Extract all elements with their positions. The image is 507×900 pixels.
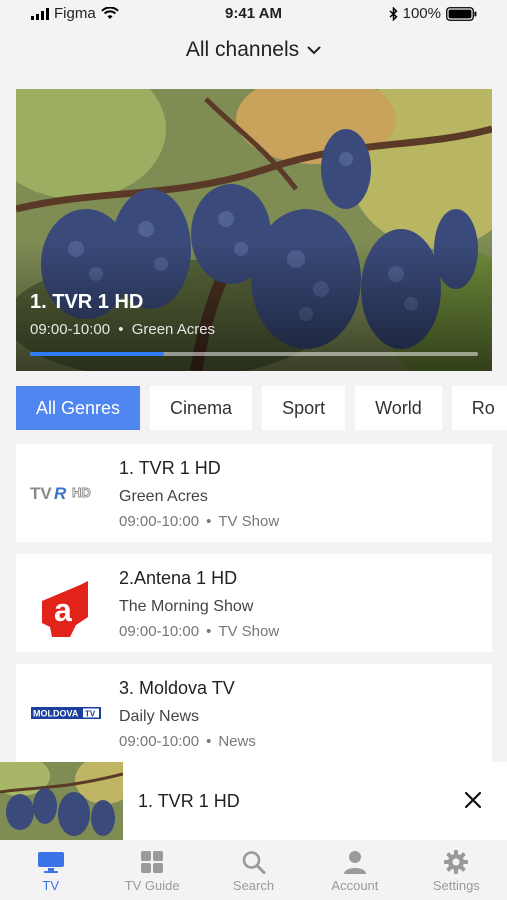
antena-logo: a bbox=[30, 580, 102, 637]
mini-player[interactable]: 1. TVR 1 HD bbox=[0, 762, 507, 840]
chevron-down-icon bbox=[307, 46, 321, 55]
featured-show: Green Acres bbox=[131, 321, 216, 338]
channel-name: 2.Antena 1 HD bbox=[119, 568, 238, 588]
tv-icon bbox=[37, 852, 64, 873]
tab-account[interactable]: Account bbox=[304, 840, 405, 900]
program-title: Green Acres bbox=[119, 488, 208, 505]
genre-chip-cinema[interactable]: Cinema bbox=[150, 386, 253, 430]
tab-tv-guide[interactable]: TV Guide bbox=[101, 840, 202, 900]
tab-bar: TV TV Guide Search Account Settings bbox=[0, 840, 507, 900]
tab-label: TV Guide bbox=[124, 878, 180, 893]
svg-text:R: R bbox=[54, 484, 67, 503]
tab-label: Search bbox=[232, 878, 275, 893]
channel-name: 3. Moldova TV bbox=[119, 678, 235, 698]
program-title: The Morning Show bbox=[119, 598, 254, 615]
genre-chip-sport[interactable]: Sport bbox=[262, 386, 346, 430]
meta-separator: • bbox=[118, 321, 124, 338]
grid-icon bbox=[141, 851, 164, 873]
tab-search[interactable]: Search bbox=[203, 840, 304, 900]
battery-percent: 100% bbox=[402, 5, 441, 22]
svg-text:MOLDOVA: MOLDOVA bbox=[33, 709, 79, 719]
featured-program-meta: 09:00-10:00 • Green Acres bbox=[30, 321, 215, 338]
gear-icon bbox=[444, 850, 469, 874]
featured-time: 09:00-10:00 bbox=[30, 321, 111, 338]
tvr-logo: TV R HD bbox=[30, 470, 102, 516]
program-title: Daily News bbox=[119, 708, 200, 725]
mini-player-channel: 1. TVR 1 HD bbox=[138, 791, 240, 811]
progress-fill bbox=[30, 352, 165, 356]
channel-card[interactable]: a 2.Antena 1 HD The Morning Show 09:00-1… bbox=[16, 554, 492, 652]
svg-text:a: a bbox=[54, 592, 72, 628]
svg-text:TV: TV bbox=[85, 710, 96, 719]
program-meta: 09:00-10:00 • TV Show bbox=[119, 513, 280, 530]
svg-text:HD: HD bbox=[72, 485, 91, 500]
moldova-logo: MOLDOVA TV bbox=[30, 690, 102, 736]
status-bar: Figma 9:41 AM 100% bbox=[0, 0, 507, 28]
tab-settings[interactable]: Settings bbox=[406, 840, 507, 900]
program-meta: 09:00-10:00 • News bbox=[119, 733, 256, 750]
genre-chip-world[interactable]: World bbox=[355, 386, 442, 430]
genre-filter-bar: All Genres Cinema Sport World Ro bbox=[16, 386, 507, 430]
close-icon[interactable] bbox=[461, 788, 485, 812]
featured-channel-title: 1. TVR 1 HD bbox=[30, 291, 144, 313]
bluetooth-icon bbox=[389, 6, 398, 21]
featured-player[interactable]: 1. TVR 1 HD 09:00-10:00 • Green Acres bbox=[16, 89, 492, 371]
person-icon bbox=[343, 851, 366, 874]
channel-name: 1. TVR 1 HD bbox=[119, 458, 221, 478]
page-title: All channels bbox=[185, 38, 300, 61]
channels-dropdown[interactable]: All channels bbox=[0, 38, 507, 62]
progress-bar bbox=[30, 352, 478, 356]
tab-label: Settings bbox=[432, 878, 480, 893]
genre-chip-all-genres[interactable]: All Genres bbox=[16, 386, 141, 430]
svg-text:TV: TV bbox=[30, 484, 52, 503]
genre-chip-ro[interactable]: Ro bbox=[451, 386, 507, 430]
tab-label: TV bbox=[42, 878, 60, 893]
tab-tv[interactable]: TV bbox=[0, 840, 101, 900]
tab-label: Account bbox=[331, 878, 379, 893]
mini-player-thumbnail bbox=[0, 762, 123, 840]
channel-card[interactable]: TV R HD 1. TVR 1 HD Green Acres 09:00-10… bbox=[16, 444, 492, 542]
channel-card[interactable]: MOLDOVA TV 3. Moldova TV Daily News 09:0… bbox=[16, 664, 492, 762]
battery-icon bbox=[446, 6, 477, 21]
search-icon bbox=[242, 851, 266, 874]
program-meta: 09:00-10:00 • TV Show bbox=[119, 623, 280, 640]
